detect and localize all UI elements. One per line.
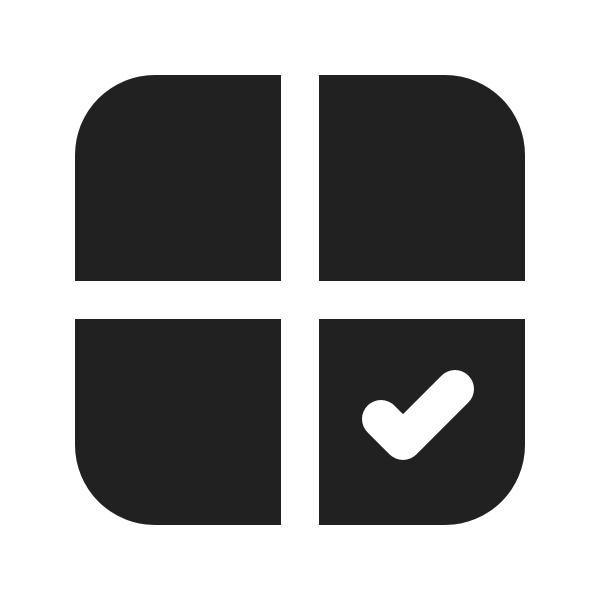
icon-canvas	[0, 0, 600, 600]
grid-cell-top-right	[319, 75, 525, 281]
grid-cell-top-left	[75, 75, 281, 281]
grid-check-icon	[75, 75, 525, 525]
grid-cell-bottom-left	[75, 319, 281, 525]
